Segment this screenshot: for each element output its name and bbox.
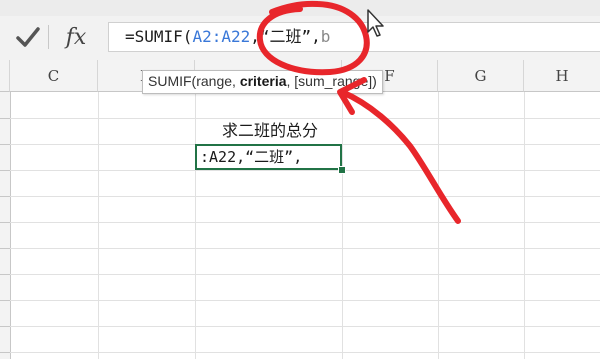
row-header-divider: [0, 196, 10, 197]
row-header-divider: [0, 274, 10, 275]
row-header-divider: [0, 326, 10, 327]
tooltip-rest: , [sum_range]): [286, 73, 377, 89]
worksheet-grid: C D E F G H: [0, 60, 600, 359]
mouse-pointer-icon: [367, 9, 384, 37]
tooltip-criteria-argument: criteria: [239, 73, 287, 89]
formula-input[interactable]: =SUMIF(A2:A22,“二班”,b: [108, 22, 600, 52]
row-header-strip[interactable]: [0, 92, 11, 359]
row-header-divider: [0, 300, 10, 301]
row-header-divider: [0, 352, 10, 353]
grid-column-line: [524, 92, 525, 359]
column-header-h[interactable]: H: [524, 60, 600, 92]
column-header-c[interactable]: C: [10, 60, 98, 92]
checkmark-icon: [16, 27, 40, 47]
ribbon-strip: [0, 0, 600, 16]
formula-bar-separator: [48, 25, 49, 49]
function-signature-tooltip[interactable]: SUMIF(range, criteria, [sum_range]): [142, 70, 383, 94]
row-header-divider: [0, 170, 10, 171]
fx-icon: fx: [65, 24, 87, 50]
row-header-divider: [0, 144, 10, 145]
row-header-divider: [0, 118, 10, 119]
fill-handle[interactable]: [338, 166, 346, 174]
formula-criteria: ,“二班”,: [250, 27, 321, 46]
active-cell-editor[interactable]: :A22,“二班”,: [195, 144, 342, 170]
grid-column-line: [438, 92, 439, 359]
formula-prefix: =SUMIF(: [125, 27, 193, 46]
cell-e-label[interactable]: 求二班的总分: [196, 119, 344, 143]
row-header-divider: [0, 222, 10, 223]
formula-bar: fx =SUMIF(A2:A22,“二班”,b: [0, 16, 600, 61]
enter-button[interactable]: [10, 22, 46, 52]
column-header-g[interactable]: G: [438, 60, 524, 92]
insert-function-button[interactable]: fx: [58, 22, 94, 52]
grid-column-line: [98, 92, 99, 359]
tooltip-function: SUMIF(range,: [148, 73, 240, 89]
formula-range-reference: A2:A22: [192, 27, 251, 46]
formula-trailing: b: [320, 27, 331, 46]
active-cell-text: :A22,“二班”,: [200, 148, 303, 166]
select-all-corner[interactable]: [0, 60, 10, 92]
row-header-divider: [0, 248, 10, 249]
